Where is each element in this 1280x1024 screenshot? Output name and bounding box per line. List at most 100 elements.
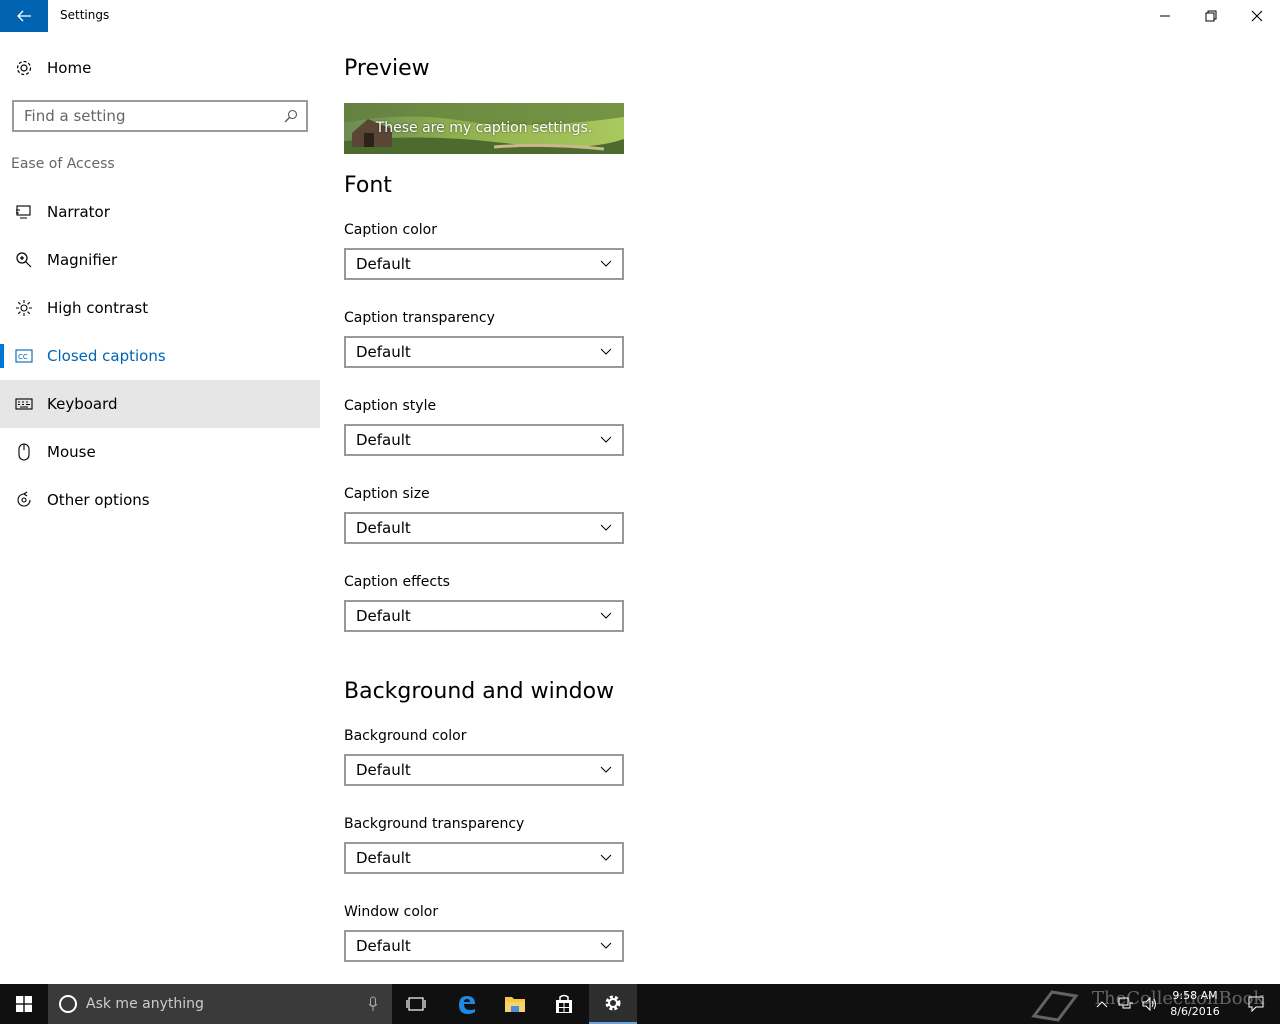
sidebar-item-other-options[interactable]: Other options	[0, 476, 320, 524]
caption-effects-label: Caption effects	[344, 574, 450, 590]
clock-button[interactable]: 9:58 AM 8/6/2016	[1168, 988, 1222, 1020]
gear-icon	[16, 60, 31, 76]
caption-transparency-label: Caption transparency	[344, 310, 495, 326]
sidebar-item-label: Closed captions	[47, 347, 166, 365]
caption-size-dropdown[interactable]: Default	[344, 512, 624, 544]
taskbar: Ask me anything TheCollectionBook 9:58 A…	[0, 984, 1280, 1024]
cortana-search-box[interactable]: Ask me anything	[48, 984, 392, 1024]
edge-button[interactable]	[443, 984, 491, 1024]
sidebar-item-label: Other options	[47, 491, 150, 509]
close-icon	[1251, 10, 1263, 22]
file-explorer-button[interactable]	[491, 984, 539, 1024]
background-color-dropdown[interactable]: Default	[344, 754, 624, 786]
caption-style-dropdown[interactable]: Default	[344, 424, 624, 456]
minimize-button[interactable]	[1142, 0, 1188, 32]
restore-icon	[1205, 10, 1217, 22]
chevron-down-icon	[600, 942, 612, 949]
task-view-icon	[406, 997, 426, 1011]
preview-heading: Preview	[344, 56, 430, 81]
sidebar: Home Find a setting Ease of Access Narra…	[0, 32, 320, 984]
chevron-up-icon	[1096, 1001, 1108, 1008]
cortana-search-text: Ask me anything	[86, 996, 204, 1012]
nav-list: Narrator Magnifier High contrast CC Clos…	[0, 188, 320, 524]
sidebar-item-keyboard[interactable]: Keyboard	[0, 380, 320, 428]
restore-button[interactable]	[1188, 0, 1234, 32]
closed-captions-icon: CC	[14, 349, 33, 363]
show-hidden-icons-button[interactable]	[1090, 984, 1114, 1024]
keyboard-icon	[14, 398, 33, 410]
caption-preview-image: These are my caption settings.	[344, 103, 624, 154]
clock-time: 9:58 AM	[1172, 989, 1218, 1002]
store-button[interactable]	[540, 984, 588, 1024]
sidebar-item-label: High contrast	[47, 299, 149, 317]
back-button[interactable]	[0, 0, 48, 32]
notification-icon	[1248, 996, 1264, 1012]
sidebar-item-label: Home	[47, 59, 92, 77]
window-color-label: Window color	[344, 904, 439, 920]
dropdown-value: Default	[356, 761, 411, 779]
dropdown-value: Default	[356, 343, 411, 361]
background-heading: Background and window	[344, 679, 615, 704]
caption-color-label: Caption color	[344, 222, 437, 238]
cortana-icon	[59, 995, 77, 1013]
volume-button[interactable]	[1138, 984, 1162, 1024]
caption-style-label: Caption style	[344, 398, 437, 414]
sidebar-item-mouse[interactable]: Mouse	[0, 428, 320, 476]
book-logo-icon	[1031, 990, 1079, 1022]
caption-color-dropdown[interactable]: Default	[344, 248, 624, 280]
dropdown-value: Default	[356, 431, 411, 449]
chevron-down-icon	[600, 612, 612, 619]
microphone-icon	[368, 996, 378, 1011]
chevron-down-icon	[600, 260, 612, 267]
close-button[interactable]	[1234, 0, 1280, 32]
dropdown-value: Default	[356, 255, 411, 273]
sidebar-item-high-contrast[interactable]: High contrast	[0, 284, 320, 332]
minimize-icon	[1160, 15, 1170, 17]
sidebar-item-home[interactable]: Home	[0, 46, 320, 90]
window-title: Settings	[60, 8, 110, 22]
background-transparency-dropdown[interactable]: Default	[344, 842, 624, 874]
background-color-label: Background color	[344, 728, 467, 744]
dropdown-value: Default	[356, 937, 411, 955]
task-view-button[interactable]	[392, 984, 440, 1024]
clock-date: 8/6/2016	[1170, 1005, 1220, 1018]
gear-icon	[605, 995, 621, 1011]
search-placeholder: Find a setting	[24, 107, 126, 125]
action-center-button[interactable]	[1232, 984, 1280, 1024]
store-icon	[556, 994, 572, 1013]
main-content: Preview These are my caption settings. F…	[344, 32, 1244, 984]
start-button[interactable]	[0, 984, 48, 1024]
caption-transparency-dropdown[interactable]: Default	[344, 336, 624, 368]
preview-caption-text: These are my caption settings.	[375, 120, 593, 136]
caption-effects-dropdown[interactable]: Default	[344, 600, 624, 632]
edge-icon	[459, 996, 475, 1014]
chevron-down-icon	[600, 436, 612, 443]
sidebar-item-magnifier[interactable]: Magnifier	[0, 236, 320, 284]
folder-icon	[505, 997, 525, 1012]
other-options-icon	[16, 491, 31, 507]
window-color-dropdown[interactable]: Default	[344, 930, 624, 962]
title-bar: Settings	[0, 0, 1280, 32]
dropdown-value: Default	[356, 849, 411, 867]
search-input[interactable]: Find a setting	[12, 100, 308, 132]
sidebar-item-closed-captions[interactable]: CC Closed captions	[0, 332, 320, 380]
sidebar-item-narrator[interactable]: Narrator	[0, 188, 320, 236]
high-contrast-icon	[15, 300, 32, 316]
network-icon	[1118, 997, 1133, 1009]
network-button[interactable]	[1114, 984, 1138, 1024]
sidebar-item-label: Keyboard	[47, 395, 118, 413]
background-transparency-label: Background transparency	[344, 816, 525, 832]
chevron-down-icon	[600, 348, 612, 355]
back-arrow-icon	[17, 10, 31, 22]
dropdown-value: Default	[356, 607, 411, 625]
sidebar-item-label: Mouse	[47, 443, 96, 461]
sidebar-item-label: Narrator	[47, 203, 110, 221]
font-heading: Font	[344, 173, 392, 198]
chevron-down-icon	[600, 524, 612, 531]
chevron-down-icon	[600, 854, 612, 861]
sidebar-item-label: Magnifier	[47, 251, 118, 269]
magnifier-icon	[15, 252, 31, 268]
chevron-down-icon	[600, 766, 612, 773]
windows-logo-icon	[16, 996, 32, 1012]
settings-taskbar-button[interactable]	[589, 984, 637, 1024]
